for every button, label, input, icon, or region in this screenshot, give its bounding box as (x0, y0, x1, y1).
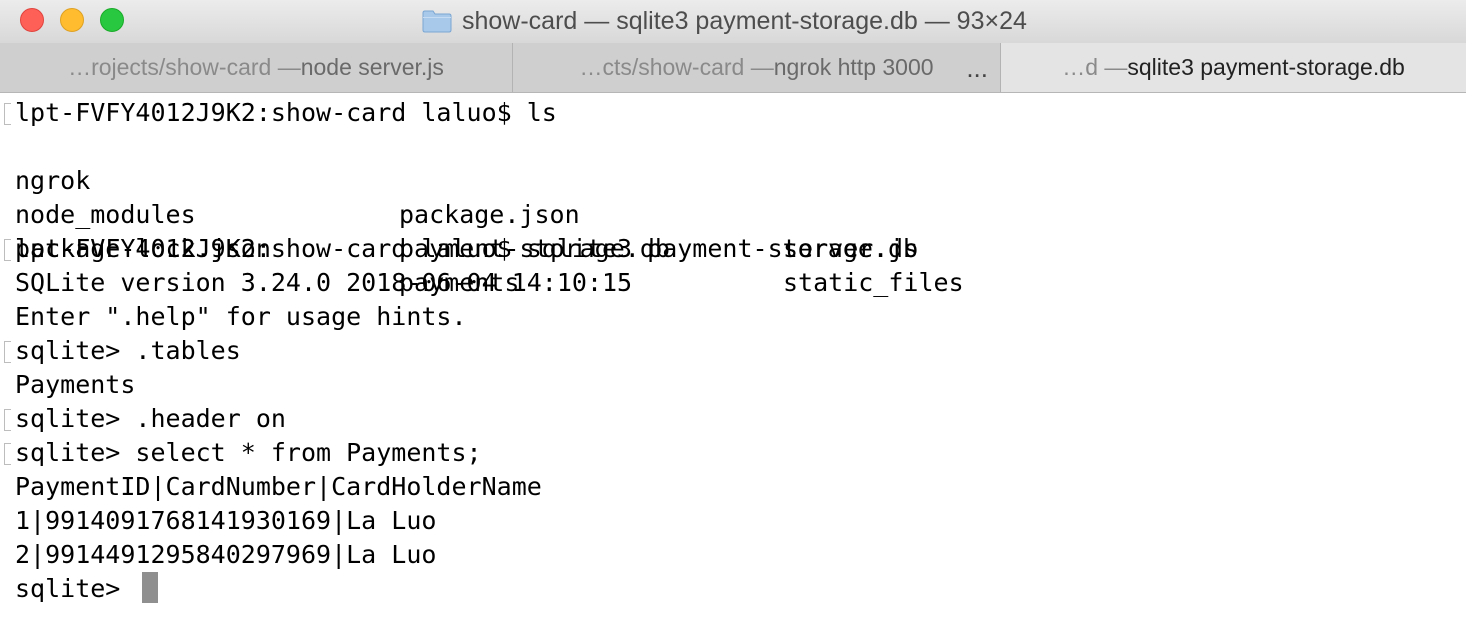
folder-icon (422, 10, 452, 33)
table-row: 2|9914491295840297969|La Luo (15, 540, 437, 569)
terminal-output[interactable]: lpt-FVFY4012J9K2:show-card laluo$ ls ngr… (0, 94, 1466, 626)
tab-sqlite3-active[interactable]: …d — sqlite3 payment-storage.db (1001, 43, 1466, 92)
mark-bracket (4, 103, 11, 125)
ls-entry: package.json (399, 200, 580, 229)
terminal-line: SQLite version 3.24.0 2018-06-04 14:10:1… (15, 268, 633, 297)
terminal-line: sqlite> .tables (15, 336, 241, 365)
mark-bracket (4, 409, 11, 431)
tab-label: sqlite3 payment-storage.db (1127, 54, 1405, 80)
tab-label: node server.js (300, 54, 444, 80)
sqlite-prompt: sqlite> (15, 574, 136, 603)
maximize-button[interactable] (100, 8, 124, 32)
terminal-window: show-card — sqlite3 payment-storage.db —… (0, 0, 1466, 626)
tab-prefix: …cts/show-card — (579, 54, 774, 80)
tab-bar: …rojects/show-card — node server.js …cts… (0, 43, 1466, 93)
tab-label: ngrok http 3000 (773, 54, 934, 80)
ls-row: package-lock.json payments (15, 198, 519, 297)
mark-bracket (4, 239, 11, 261)
mark-bracket (4, 341, 11, 363)
tab-overflow-indicator: ... (966, 53, 988, 83)
close-button[interactable] (20, 8, 44, 32)
mark-bracket (4, 443, 11, 465)
ls-row: ngrok package.json server.js (15, 130, 918, 263)
table-row: 1|9914091768141930169|La Luo (15, 506, 437, 535)
tab-prefix: …rojects/show-card — (68, 54, 301, 80)
tab-node-server[interactable]: …rojects/show-card — node server.js (0, 43, 513, 92)
terminal-line: Enter ".help" for usage hints. (15, 302, 467, 331)
ls-row: node_modules payment-storage.db static_f… (15, 164, 964, 297)
text-cursor (142, 572, 158, 603)
terminal-line: sqlite> select * from Payments; (15, 438, 482, 467)
window-title: show-card — sqlite3 payment-storage.db —… (462, 6, 1027, 35)
ls-entry: static_files (783, 268, 964, 297)
tab-ngrok[interactable]: …cts/show-card — ngrok http 3000 ... (513, 43, 1001, 92)
title-bar[interactable]: show-card — sqlite3 payment-storage.db —… (0, 0, 1466, 43)
terminal-line: sqlite> .header on (15, 404, 286, 433)
terminal-line: Payments (15, 370, 136, 399)
window-title-group: show-card — sqlite3 payment-storage.db —… (422, 6, 1027, 36)
table-header: PaymentID|CardNumber|CardHolderName (15, 472, 542, 501)
terminal-line: lpt-FVFY4012J9K2:show-card laluo$ ls (15, 98, 557, 127)
minimize-button[interactable] (60, 8, 84, 32)
tab-prefix: …d — (1062, 54, 1128, 80)
terminal-line: lpt-FVFY4012J9K2:show-card laluo$ sqlite… (15, 234, 919, 263)
